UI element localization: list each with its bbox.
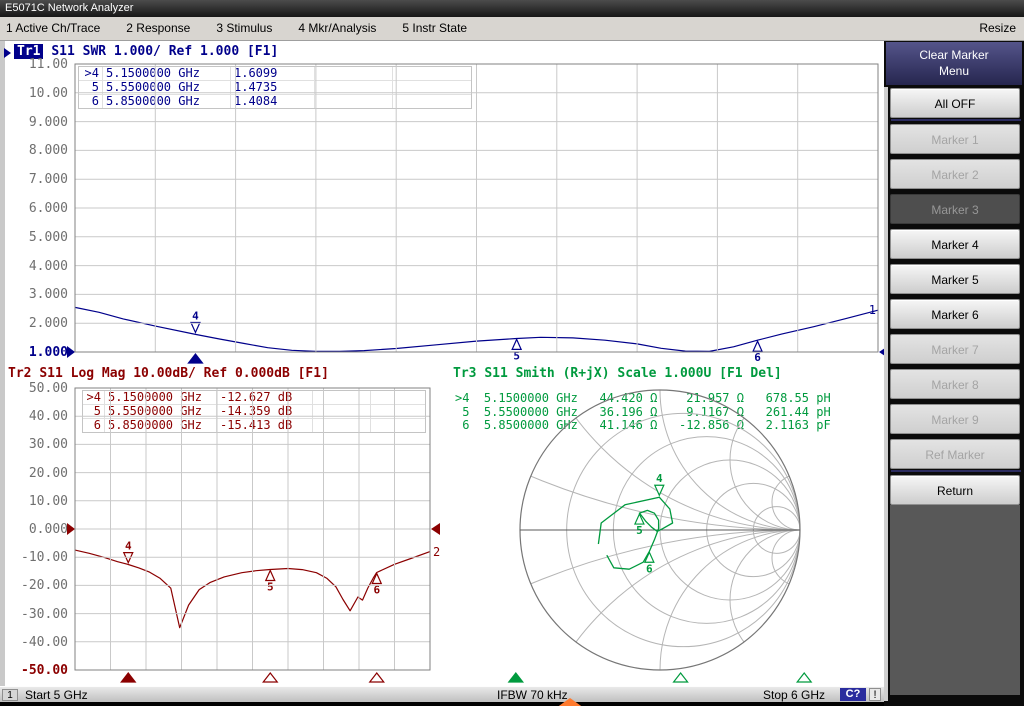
sidebar-separator [891, 119, 1021, 121]
y-tick-label: 1.000 [4, 346, 68, 359]
y-tick-label: 10.00 [4, 495, 68, 508]
sidebar-button-marker-6[interactable]: Marker 6 [890, 299, 1020, 329]
y-tick-label: 5.000 [4, 231, 68, 244]
softkey-filler-panel [890, 505, 1020, 695]
menu-item-4-mkr-analysis[interactable]: 4 Mkr/Analysis [298, 17, 376, 40]
trace1-title: S11 SWR 1.000/ Ref 1.000 [F1] [51, 44, 278, 59]
sidebar-button-marker-3[interactable]: Marker 3 [890, 194, 1020, 224]
y-tick-label: 20.00 [4, 467, 68, 480]
menu-items: 1 Active Ch/Trace 2 Response 3 Stimulus 4 M… [0, 17, 1024, 40]
y-tick-label: -40.00 [4, 636, 68, 649]
y-tick-label: 4.000 [4, 260, 68, 273]
app-window: E5071C Network Analyzer 1 Active Ch/Trac… [0, 0, 1024, 706]
menu-item-2-response[interactable]: 2 Response [126, 17, 190, 40]
softkey-sidebar: Clear Marker Menu All OFF Marker 1 Marker … [884, 41, 1024, 706]
y-tick-label: 40.00 [4, 410, 68, 423]
sidebar-button-marker-2: Marker 2 [890, 159, 1020, 189]
y-tick-label: 30.00 [4, 438, 68, 451]
menu-item-1-active-ch-trace[interactable]: 1 Active Ch/Trace [6, 17, 100, 40]
start-frequency-label: Start 5 GHz [25, 688, 88, 702]
y-tick-label: 0.000 [4, 523, 68, 536]
tr1-plot-region[interactable] [75, 64, 878, 352]
sidebar-button-marker-7: Marker 7 [890, 334, 1020, 364]
bottom-edge [0, 702, 884, 706]
stop-frequency-label: Stop 6 GHz [763, 688, 825, 702]
title-bar: E5071C Network Analyzer [0, 0, 1024, 17]
calibration-status-badge: C? [840, 688, 866, 701]
trace3-title: S11 Smith (R+jX) Scale 1.000U [F1 Del] [484, 366, 781, 381]
menu-item-3-stimulus[interactable]: 3 Stimulus [216, 17, 272, 40]
channel-indicator: 1 [2, 689, 18, 701]
y-tick-label: 3.000 [4, 288, 68, 301]
y-tick-label: 7.000 [4, 173, 68, 186]
y-tick-label: 10.00 [4, 87, 68, 100]
sidebar-button-marker-8: Marker 8 [890, 369, 1020, 399]
y-tick-label: -50.00 [4, 664, 68, 677]
y-tick-label: -30.00 [4, 608, 68, 621]
trace2-header: Tr2 S11 Log Mag 10.00dB/ Ref 0.000dB [F1… [8, 366, 329, 381]
sidebar-button-all-off[interactable]: All OFF [890, 88, 1020, 118]
sidebar-button-ref-marker: Ref Marker [890, 439, 1020, 469]
trace2-title: S11 Log Mag 10.00dB/ Ref 0.000dB [F1] [39, 366, 329, 381]
sidebar-button-marker-4[interactable]: Marker 4 [890, 229, 1020, 259]
sidebar-button-marker-5[interactable]: Marker 5 [890, 264, 1020, 294]
sidebar-button-marker-1: Marker 1 [890, 124, 1020, 154]
softkey-rail [884, 87, 888, 701]
sidebar-separator [891, 470, 1021, 472]
window-title: E5071C Network Analyzer [5, 2, 133, 14]
y-tick-label: 8.000 [4, 144, 68, 157]
y-tick-label: -20.00 [4, 579, 68, 592]
sidebar-button-return[interactable]: Return [890, 475, 1020, 505]
alert-indicator: ! [869, 688, 881, 701]
menu-bar: 1 Active Ch/Trace 2 Response 3 Stimulus 4 M… [0, 17, 1024, 41]
trace3-header: Tr3 S11 Smith (R+jX) Scale 1.000U [F1 De… [453, 366, 782, 381]
tr1-grid [75, 64, 878, 352]
sidebar-button-marker-9: Marker 9 [890, 404, 1020, 434]
status-bar: 1 Start 5 GHz IFBW 70 kHz Stop 6 GHz C? … [0, 686, 884, 702]
y-tick-label: 9.000 [4, 116, 68, 129]
trace2-badge: Tr2 [8, 366, 31, 381]
y-tick-label: 11.00 [4, 58, 68, 71]
cursor-artifact [556, 698, 584, 706]
tr2-grid [75, 388, 430, 670]
y-tick-label: 2.000 [4, 317, 68, 330]
softkey-menu-title: Clear Marker Menu [886, 42, 1022, 85]
smith-outer-circle[interactable] [520, 390, 800, 670]
y-tick-label: 50.00 [4, 382, 68, 395]
resize-button[interactable]: Resize [979, 17, 1016, 40]
tr2-plot-region[interactable] [75, 388, 430, 670]
active-trace-arrow-icon [4, 48, 11, 58]
trace3-badge: Tr3 [453, 366, 476, 381]
y-tick-label: -10.00 [4, 551, 68, 564]
y-tick-label: 6.000 [4, 202, 68, 215]
menu-item-5-instr-state[interactable]: 5 Instr State [402, 17, 467, 40]
